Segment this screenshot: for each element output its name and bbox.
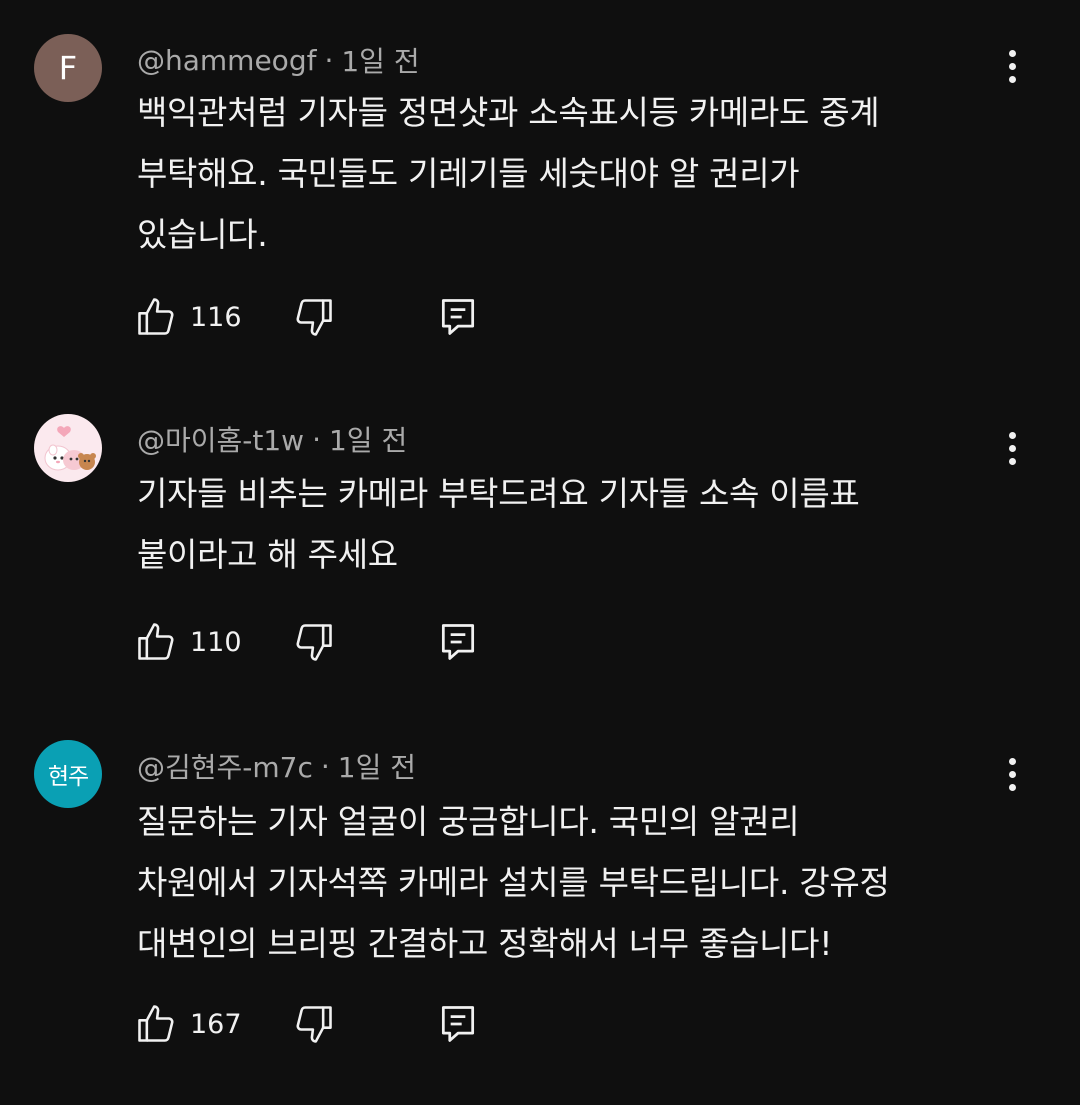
thumbs-down-icon (296, 624, 332, 661)
character-avatar-image (44, 426, 96, 471)
comment-time[interactable]: 1일 전 (338, 746, 416, 786)
more-dot (1008, 770, 1016, 778)
more-options-button[interactable] (992, 428, 1032, 468)
dislike-button[interactable] (292, 292, 336, 342)
reply-button[interactable] (436, 999, 480, 1049)
reply-icon (441, 1006, 475, 1042)
more-vertical-icon (1008, 757, 1016, 765)
comment-actions: 110 (134, 617, 494, 667)
like-count: 110 (190, 626, 242, 658)
more-dot (1008, 75, 1016, 83)
avatar[interactable] (34, 414, 102, 482)
dislike-button[interactable] (292, 999, 336, 1049)
comment-actions: 116 (134, 292, 494, 342)
like-count: 116 (190, 301, 242, 333)
comment-header: @마이홈-t1w · 1일 전 (137, 419, 407, 459)
comment-text: 기자들 비추는 카메라 부탁드려요 기자들 소속 이름표 붙이라고 해 주세요 (137, 474, 860, 574)
like-button[interactable]: 110 (134, 617, 242, 667)
more-dot (1008, 457, 1016, 465)
more-dot (1008, 783, 1016, 791)
thumbs-up-icon (138, 623, 174, 660)
reply-icon (441, 299, 475, 335)
comment-time[interactable]: 1일 전 (329, 419, 407, 459)
more-options-button[interactable] (992, 46, 1032, 86)
comment-header: @hammeogf · 1일 전 (137, 40, 420, 80)
comment-time[interactable]: 1일 전 (341, 40, 419, 80)
like-count: 167 (190, 1008, 242, 1040)
avatar[interactable]: 현주 (34, 740, 102, 808)
reply-button[interactable] (436, 617, 480, 667)
dislike-button[interactable] (292, 617, 336, 667)
comment-text: 질문하는 기자 얼굴이 궁금합니다. 국민의 알권리 차원에서 기자석쪽 카메라… (137, 802, 890, 963)
separator: · (312, 422, 321, 456)
separator: · (320, 749, 330, 783)
comment-header: @김현주-m7c · 1일 전 (137, 746, 416, 786)
reply-icon (441, 624, 475, 660)
like-button[interactable]: 167 (134, 999, 242, 1049)
author-handle[interactable]: @김현주-m7c (137, 746, 313, 786)
avatar-initial: 현주 (47, 764, 89, 790)
author-handle[interactable]: @마이홈-t1w (137, 419, 304, 459)
thumbs-up-icon (138, 298, 174, 335)
more-dot (1008, 62, 1016, 70)
comment-actions: 167 (134, 999, 494, 1049)
more-options-button[interactable] (992, 754, 1032, 794)
comment-text: 백익관처럼 기자들 정면샷과 소속표시등 카메라도 중계 부탁해요. 국민들도 … (137, 93, 880, 254)
like-button[interactable]: 116 (134, 292, 242, 342)
avatar[interactable]: F (34, 34, 102, 102)
avatar-initial: F (58, 49, 78, 87)
more-vertical-icon (1008, 431, 1016, 439)
reply-button[interactable] (436, 292, 480, 342)
more-vertical-icon (1008, 49, 1016, 57)
author-handle[interactable]: @hammeogf (137, 44, 316, 77)
thumbs-up-icon (138, 1005, 174, 1042)
thumbs-down-icon (296, 299, 332, 336)
more-dot (1008, 444, 1016, 452)
separator: · (324, 43, 334, 77)
thumbs-down-icon (296, 1006, 332, 1043)
